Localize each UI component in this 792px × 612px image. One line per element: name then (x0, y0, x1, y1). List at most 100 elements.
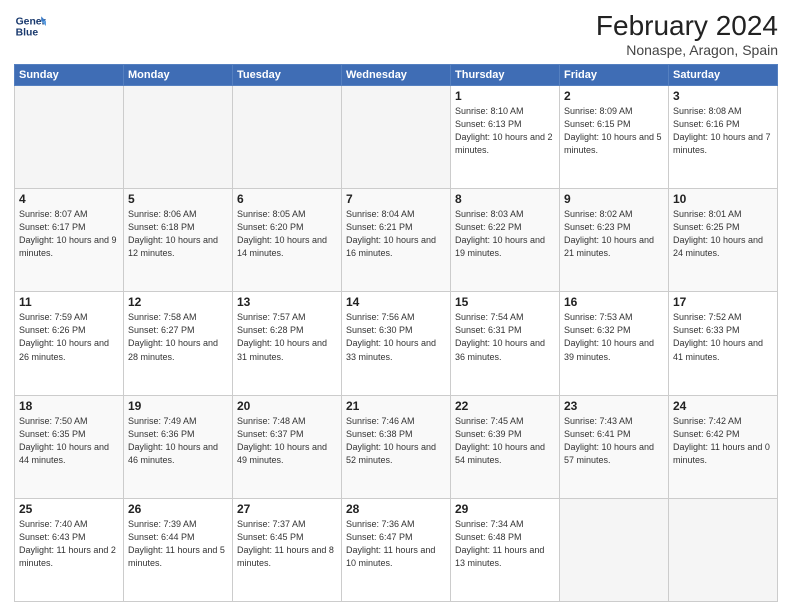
calendar-cell: 24 Sunrise: 7:42 AM Sunset: 6:42 PM Dayli… (669, 395, 778, 498)
day-info: Sunrise: 7:40 AM Sunset: 6:43 PM Dayligh… (19, 518, 119, 570)
calendar-cell: 23 Sunrise: 7:43 AM Sunset: 6:41 PM Dayli… (560, 395, 669, 498)
logo: General Blue (14, 10, 46, 42)
calendar-cell: 8Sunrise: 8:03 AM Sunset: 6:22 PM Daylig… (451, 189, 560, 292)
day-number: 19 (128, 399, 228, 413)
day-number: 6 (237, 192, 337, 206)
calendar-cell: 19 Sunrise: 7:49 AM Sunset: 6:36 PM Dayli… (124, 395, 233, 498)
calendar-cell: 4 Sunrise: 8:07 AM Sunset: 6:17 PM Daylig… (15, 189, 124, 292)
day-number: 17 (673, 295, 773, 309)
calendar-cell: 14 Sunrise: 7:56 AM Sunset: 6:30 PM Dayli… (342, 292, 451, 395)
day-info: Sunrise: 7:43 AM Sunset: 6:41 PM Dayligh… (564, 415, 664, 467)
day-number: 14 (346, 295, 446, 309)
day-number: 24 (673, 399, 773, 413)
calendar-cell: 6 Sunrise: 8:05 AM Sunset: 6:20 PM Daylig… (233, 189, 342, 292)
day-info: Sunrise: 8:09 AM Sunset: 6:15 PM Dayligh… (564, 105, 664, 157)
header: General Blue February 2024 Nonaspe, Arag… (14, 10, 778, 58)
day-header-thursday: Thursday (451, 65, 560, 86)
day-number: 13 (237, 295, 337, 309)
day-header-wednesday: Wednesday (342, 65, 451, 86)
day-number: 29 (455, 502, 555, 516)
day-info: Sunrise: 7:49 AM Sunset: 6:36 PM Dayligh… (128, 415, 228, 467)
day-number: 16 (564, 295, 664, 309)
calendar-cell: 5Sunrise: 8:06 AM Sunset: 6:18 PM Daylig… (124, 189, 233, 292)
calendar-cell (342, 86, 451, 189)
main-title: February 2024 (596, 10, 778, 42)
day-number: 23 (564, 399, 664, 413)
day-info: Sunrise: 7:45 AM Sunset: 6:39 PM Dayligh… (455, 415, 555, 467)
day-info: Sunrise: 7:48 AM Sunset: 6:37 PM Dayligh… (237, 415, 337, 467)
day-header-saturday: Saturday (669, 65, 778, 86)
day-info: Sunrise: 7:58 AM Sunset: 6:27 PM Dayligh… (128, 311, 228, 363)
subtitle: Nonaspe, Aragon, Spain (596, 42, 778, 58)
day-number: 2 (564, 89, 664, 103)
day-info: Sunrise: 7:50 AM Sunset: 6:35 PM Dayligh… (19, 415, 119, 467)
calendar-cell: 10 Sunrise: 8:01 AM Sunset: 6:25 PM Dayli… (669, 189, 778, 292)
day-info: Sunrise: 7:52 AM Sunset: 6:33 PM Dayligh… (673, 311, 773, 363)
day-info: Sunrise: 7:42 AM Sunset: 6:42 PM Dayligh… (673, 415, 773, 467)
day-number: 7 (346, 192, 446, 206)
logo-icon: General Blue (14, 10, 46, 42)
title-block: February 2024 Nonaspe, Aragon, Spain (596, 10, 778, 58)
week-row-5: 25 Sunrise: 7:40 AM Sunset: 6:43 PM Dayli… (15, 498, 778, 601)
day-number: 11 (19, 295, 119, 309)
day-info: Sunrise: 7:59 AM Sunset: 6:26 PM Dayligh… (19, 311, 119, 363)
day-info: Sunrise: 8:01 AM Sunset: 6:25 PM Dayligh… (673, 208, 773, 260)
calendar-cell: 1Sunrise: 8:10 AM Sunset: 6:13 PM Daylig… (451, 86, 560, 189)
day-number: 26 (128, 502, 228, 516)
calendar-cell: 17 Sunrise: 7:52 AM Sunset: 6:33 PM Dayli… (669, 292, 778, 395)
calendar-cell: 11 Sunrise: 7:59 AM Sunset: 6:26 PM Dayli… (15, 292, 124, 395)
calendar-cell: 2 Sunrise: 8:09 AM Sunset: 6:15 PM Daylig… (560, 86, 669, 189)
day-info: Sunrise: 7:39 AM Sunset: 6:44 PM Dayligh… (128, 518, 228, 570)
day-number: 25 (19, 502, 119, 516)
day-number: 9 (564, 192, 664, 206)
calendar-cell (669, 498, 778, 601)
day-number: 4 (19, 192, 119, 206)
day-info: Sunrise: 8:04 AM Sunset: 6:21 PM Dayligh… (346, 208, 446, 260)
week-row-3: 11 Sunrise: 7:59 AM Sunset: 6:26 PM Dayli… (15, 292, 778, 395)
calendar-cell: 29 Sunrise: 7:34 AM Sunset: 6:48 PM Dayli… (451, 498, 560, 601)
day-info: Sunrise: 7:46 AM Sunset: 6:38 PM Dayligh… (346, 415, 446, 467)
day-number: 5 (128, 192, 228, 206)
calendar-cell (233, 86, 342, 189)
calendar-cell: 7 Sunrise: 8:04 AM Sunset: 6:21 PM Daylig… (342, 189, 451, 292)
day-header-monday: Monday (124, 65, 233, 86)
day-number: 18 (19, 399, 119, 413)
day-header-friday: Friday (560, 65, 669, 86)
calendar-cell: 13 Sunrise: 7:57 AM Sunset: 6:28 PM Dayli… (233, 292, 342, 395)
calendar-cell: 20 Sunrise: 7:48 AM Sunset: 6:37 PM Dayli… (233, 395, 342, 498)
day-info: Sunrise: 8:07 AM Sunset: 6:17 PM Dayligh… (19, 208, 119, 260)
calendar-header-row: SundayMondayTuesdayWednesdayThursdayFrid… (15, 65, 778, 86)
day-info: Sunrise: 7:54 AM Sunset: 6:31 PM Dayligh… (455, 311, 555, 363)
day-info: Sunrise: 7:34 AM Sunset: 6:48 PM Dayligh… (455, 518, 555, 570)
day-number: 12 (128, 295, 228, 309)
day-number: 10 (673, 192, 773, 206)
day-info: Sunrise: 8:05 AM Sunset: 6:20 PM Dayligh… (237, 208, 337, 260)
day-info: Sunrise: 7:37 AM Sunset: 6:45 PM Dayligh… (237, 518, 337, 570)
day-header-sunday: Sunday (15, 65, 124, 86)
calendar-cell: 9 Sunrise: 8:02 AM Sunset: 6:23 PM Daylig… (560, 189, 669, 292)
day-number: 27 (237, 502, 337, 516)
day-number: 3 (673, 89, 773, 103)
day-info: Sunrise: 7:56 AM Sunset: 6:30 PM Dayligh… (346, 311, 446, 363)
calendar-cell: 28 Sunrise: 7:36 AM Sunset: 6:47 PM Dayli… (342, 498, 451, 601)
calendar-cell: 22Sunrise: 7:45 AM Sunset: 6:39 PM Dayli… (451, 395, 560, 498)
day-number: 20 (237, 399, 337, 413)
calendar-table: SundayMondayTuesdayWednesdayThursdayFrid… (14, 64, 778, 602)
calendar-cell (124, 86, 233, 189)
day-info: Sunrise: 8:08 AM Sunset: 6:16 PM Dayligh… (673, 105, 773, 157)
week-row-1: 1Sunrise: 8:10 AM Sunset: 6:13 PM Daylig… (15, 86, 778, 189)
day-info: Sunrise: 7:53 AM Sunset: 6:32 PM Dayligh… (564, 311, 664, 363)
calendar-cell: 16 Sunrise: 7:53 AM Sunset: 6:32 PM Dayli… (560, 292, 669, 395)
day-header-tuesday: Tuesday (233, 65, 342, 86)
day-number: 8 (455, 192, 555, 206)
calendar-cell: 15Sunrise: 7:54 AM Sunset: 6:31 PM Dayli… (451, 292, 560, 395)
calendar-cell: 3 Sunrise: 8:08 AM Sunset: 6:16 PM Daylig… (669, 86, 778, 189)
calendar-cell: 18 Sunrise: 7:50 AM Sunset: 6:35 PM Dayli… (15, 395, 124, 498)
day-info: Sunrise: 7:57 AM Sunset: 6:28 PM Dayligh… (237, 311, 337, 363)
calendar-cell (15, 86, 124, 189)
day-number: 28 (346, 502, 446, 516)
day-info: Sunrise: 8:10 AM Sunset: 6:13 PM Dayligh… (455, 105, 555, 157)
day-info: Sunrise: 7:36 AM Sunset: 6:47 PM Dayligh… (346, 518, 446, 570)
day-info: Sunrise: 8:02 AM Sunset: 6:23 PM Dayligh… (564, 208, 664, 260)
day-number: 21 (346, 399, 446, 413)
